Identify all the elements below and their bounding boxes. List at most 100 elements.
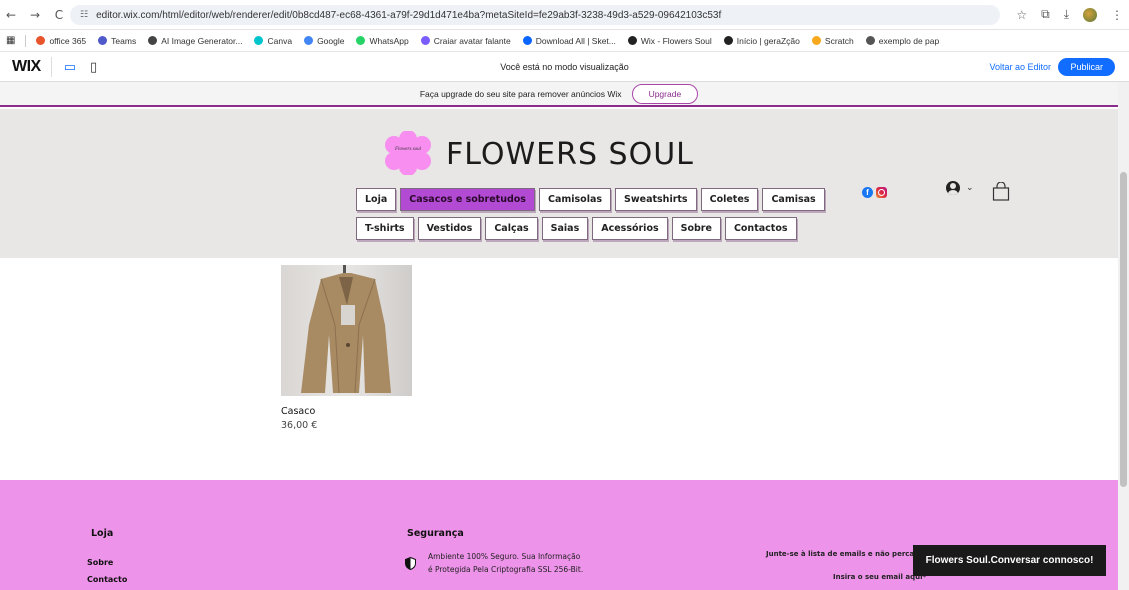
bookmark-favicon-icon xyxy=(420,36,430,45)
footer-heading-shop: Loja xyxy=(91,528,114,539)
bookmark-label: Teams xyxy=(111,35,137,46)
bookmark-label: Download All | Sket... xyxy=(535,35,616,46)
divider xyxy=(50,57,52,77)
bookmark-item[interactable]: Scratch xyxy=(811,35,854,46)
menu-item[interactable]: Sweatshirts xyxy=(615,188,697,211)
bookmark-favicon-icon xyxy=(356,36,366,45)
bookmark-item[interactable]: Início | geraZção xyxy=(723,35,800,46)
user-icon[interactable] xyxy=(946,181,960,195)
chat-button[interactable]: Flowers Soul.Conversar connosco! xyxy=(913,545,1106,576)
forward-icon[interactable]: → xyxy=(26,8,44,22)
scrollbar-thumb[interactable] xyxy=(1120,172,1127,487)
bookmark-item[interactable]: Craiar avatar falante xyxy=(420,35,511,46)
publish-button[interactable]: Publicar xyxy=(1058,58,1115,76)
bookmark-favicon-icon xyxy=(627,36,637,45)
bookmark-label: WhatsApp xyxy=(369,35,409,46)
bookmark-label: Scratch xyxy=(824,35,854,46)
product-name[interactable]: Casaco xyxy=(281,406,315,417)
url-text: editor.wix.com/html/editor/web/renderer/… xyxy=(96,9,722,21)
mobile-view-icon[interactable]: ▯ xyxy=(90,60,97,75)
instagram-icon[interactable] xyxy=(876,187,887,198)
bookmark-favicon-icon xyxy=(254,36,264,45)
star-icon[interactable]: ☆ xyxy=(1016,8,1027,22)
bookmark-label: Google xyxy=(317,35,345,46)
browser-actions: ☆ ⧉ ⤓ ⋮ xyxy=(1016,7,1123,22)
footer-link-contact[interactable]: Contacto xyxy=(87,575,127,584)
menu-item[interactable]: Calças xyxy=(485,217,538,240)
bookmark-favicon-icon xyxy=(723,36,733,45)
upgrade-button[interactable]: Upgrade xyxy=(631,83,699,104)
bookmarks-bar: ▦ office 365 Teams AI Image Generator... Ca… xyxy=(0,30,1129,52)
bookmark-favicon-icon xyxy=(98,36,108,45)
bookmark-item[interactable]: WhatsApp xyxy=(356,35,409,46)
profile-avatar-icon[interactable] xyxy=(1083,7,1097,22)
cart-icon[interactable] xyxy=(992,182,1010,201)
flower-logo-icon[interactable] xyxy=(384,131,432,175)
back-to-editor-link[interactable]: Voltar ao Editor xyxy=(989,62,1051,72)
bookmark-item[interactable]: Google xyxy=(304,36,344,46)
menu-item[interactable]: Camisolas xyxy=(538,188,612,211)
upgrade-text: Faça upgrade do seu site para remover an… xyxy=(419,88,622,99)
bookmark-item[interactable]: Teams xyxy=(98,36,136,46)
bookmark-favicon-icon xyxy=(148,36,158,45)
wix-logo: WIX xyxy=(12,58,41,75)
bookmark-item[interactable]: AI Image Generator... xyxy=(148,36,242,46)
chevron-down-icon[interactable]: ⌄ xyxy=(966,183,974,193)
security-text-line-1: Ambiente 100% Seguro. Sua Informação xyxy=(428,552,581,561)
bookmark-item[interactable]: office 365 xyxy=(36,36,86,46)
social-links: f xyxy=(862,187,887,198)
menu-item[interactable]: Vestidos xyxy=(417,217,482,240)
extensions-icon[interactable]: ⧉ xyxy=(1041,7,1050,22)
menu-item[interactable]: Camisas xyxy=(762,188,825,211)
bookmark-separator xyxy=(25,34,27,47)
bookmark-favicon-icon xyxy=(865,36,875,45)
menu-item[interactable]: T-shirts xyxy=(356,217,414,240)
bookmark-favicon-icon xyxy=(304,36,314,45)
page-scrollbar[interactable] xyxy=(1118,82,1129,590)
account-menu[interactable]: ⌄ xyxy=(946,181,974,195)
bookmark-label: Canva xyxy=(267,35,293,46)
menu-item[interactable]: Acessórios xyxy=(592,217,668,240)
back-icon[interactable]: ← xyxy=(2,8,20,22)
bookmark-item[interactable]: exemplo de pap xyxy=(865,35,940,46)
brand-title: FLOWERS SOUL xyxy=(446,137,694,172)
upgrade-banner: Faça upgrade do seu site para remover an… xyxy=(0,82,1118,107)
bookmark-label: Craiar avatar falante xyxy=(433,35,511,46)
menu-item[interactable]: Coletes xyxy=(700,188,759,211)
bookmark-label: Wix - Flowers Soul xyxy=(640,35,712,46)
reload-icon[interactable]: C xyxy=(50,8,68,22)
browser-toolbar: ← → C ☷ editor.wix.com/html/editor/web/r… xyxy=(0,0,1129,30)
menu-icon[interactable]: ⋮ xyxy=(1111,8,1123,22)
download-icon[interactable]: ⤓ xyxy=(1064,7,1069,22)
security-text-line-2: é Protegida Pela Criptografia SSL 256-Bi… xyxy=(428,565,584,574)
main-menu-row-2: T-shirts Vestidos Calças Saias Acessórios Sob… xyxy=(356,217,797,240)
site-info-icon[interactable]: ☷ xyxy=(80,10,88,20)
product-image[interactable] xyxy=(281,265,412,396)
menu-item[interactable]: Casacos e sobretudos xyxy=(400,188,535,211)
footer-link-about[interactable]: Sobre xyxy=(87,558,113,567)
footer-heading-security: Segurança xyxy=(407,528,464,539)
bookmark-item[interactable]: Wix - Flowers Soul xyxy=(627,35,712,46)
menu-item[interactable]: Contactos xyxy=(724,217,797,240)
shield-icon xyxy=(405,557,416,570)
apps-icon[interactable]: ▦ xyxy=(6,35,15,46)
facebook-icon[interactable]: f xyxy=(862,187,873,198)
menu-item[interactable]: Saias xyxy=(541,217,589,240)
menu-item[interactable]: Sobre xyxy=(671,217,721,240)
bookmark-label: Início | geraZção xyxy=(736,35,800,46)
logo-text: Flowers soul xyxy=(395,147,421,152)
address-bar[interactable]: ☷ editor.wix.com/html/editor/web/rendere… xyxy=(70,5,1000,25)
bookmark-favicon-icon xyxy=(522,36,532,45)
bookmark-item[interactable]: Canva xyxy=(254,36,292,46)
bookmark-label: AI Image Generator... xyxy=(161,35,243,46)
jacket-image xyxy=(301,265,391,394)
bookmark-item[interactable]: Download All | Sket... xyxy=(522,35,616,46)
desktop-view-icon[interactable]: ▭ xyxy=(64,60,76,75)
menu-item[interactable]: Loja xyxy=(356,188,397,211)
bookmark-label: exemplo de pap xyxy=(878,35,940,46)
bookmark-favicon-icon xyxy=(811,36,821,45)
wix-preview-bar: WIX ▭ ▯ Você está no modo visualização V… xyxy=(0,53,1129,82)
bookmark-favicon-icon xyxy=(36,36,46,45)
bookmark-label: office 365 xyxy=(49,35,87,46)
product-price: 36,00 € xyxy=(281,420,318,431)
